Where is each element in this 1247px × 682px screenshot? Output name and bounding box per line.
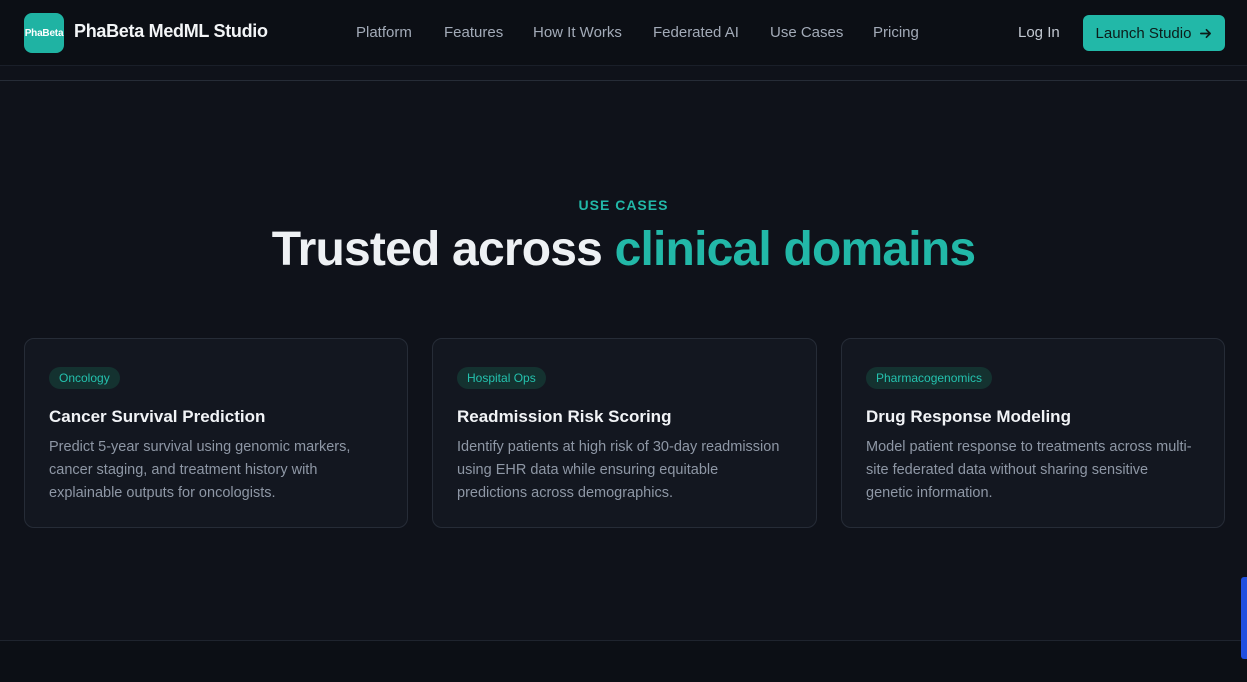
nav-link-platform[interactable]: Platform (356, 24, 412, 41)
use-case-card-hospital-ops[interactable]: Hospital Ops Readmission Risk Scoring Id… (432, 338, 817, 528)
nav-link-features[interactable]: Features (444, 24, 503, 41)
floating-side-tab[interactable] (1241, 577, 1247, 659)
section-title-main: Trusted across (271, 223, 615, 276)
card-badge: Hospital Ops (457, 367, 546, 389)
card-description: Model patient response to treatments acr… (866, 439, 1192, 501)
section-title: Trusted across clinical domains (0, 222, 1247, 277)
section-eyebrow: USE CASES (578, 197, 669, 213)
brand-name[interactable]: PhaBeta MedML Studio (74, 21, 268, 42)
card-title: Readmission Risk Scoring (457, 407, 672, 426)
use-case-card-pharmacogenomics[interactable]: Pharmacogenomics Drug Response Modeling … (841, 338, 1225, 528)
card-badge: Pharmacogenomics (866, 367, 993, 389)
brand-logo[interactable]: PhaBeta (24, 13, 64, 53)
card-badge: Oncology (49, 367, 120, 389)
use-case-card-oncology[interactable]: Oncology Cancer Survival Prediction Pred… (24, 338, 408, 528)
card-description: Predict 5-year survival using genomic ma… (49, 439, 351, 501)
card-description: Identify patients at high risk of 30-day… (457, 439, 780, 501)
section-title-accent: clinical domains (614, 223, 976, 276)
section-divider-top (0, 80, 1247, 81)
top-navbar: PhaBeta PhaBeta MedML Studio Platform Fe… (0, 0, 1247, 66)
launch-studio-button[interactable]: Launch Studio (1083, 15, 1225, 51)
login-link[interactable]: Log In (1018, 24, 1060, 41)
nav-link-use-cases[interactable]: Use Cases (770, 24, 843, 41)
card-title: Drug Response Modeling (866, 407, 1071, 426)
arrow-right-icon (1200, 28, 1212, 38)
nav-link-how-it-works[interactable]: How It Works (533, 24, 622, 41)
card-title: Cancer Survival Prediction (49, 407, 266, 426)
nav-link-federated-ai[interactable]: Federated AI (653, 24, 739, 41)
next-section-band (0, 641, 1247, 682)
brand-logo-text: PhaBeta (24, 27, 64, 39)
nav-link-pricing[interactable]: Pricing (873, 24, 919, 41)
launch-studio-label: Launch Studio (1095, 24, 1192, 42)
